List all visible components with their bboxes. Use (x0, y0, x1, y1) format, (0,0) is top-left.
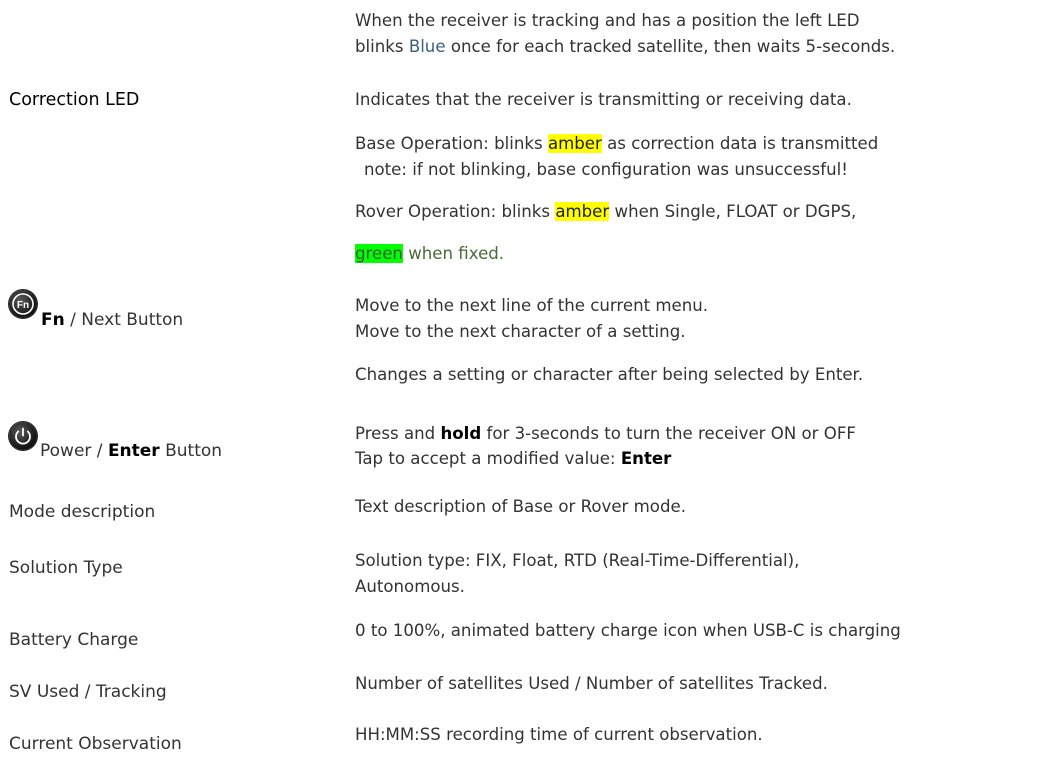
solution-type-label: Solution Type (9, 558, 123, 578)
power-desc2-bold: Enter (620, 449, 672, 468)
fn-label-rest: / Next Button (64, 310, 184, 330)
power-desc2-pre: Tap to accept a modified value: (355, 449, 621, 468)
rover-fixed-text: when fixed. (402, 244, 505, 263)
base-operation-note: note: if not blinking, base configuratio… (364, 160, 848, 179)
current-observation-desc: HH:MM:SS recording time of current obser… (355, 725, 763, 744)
rover-operation-line2: green when fixed. (355, 241, 504, 267)
solution-type-desc1: Solution type: FIX, Float, RTD (Real-Tim… (355, 551, 800, 570)
status-led-line2-post: once for each tracked satellite, then wa… (445, 37, 896, 56)
fn-desc-line1: Move to the next line of the current men… (355, 296, 709, 315)
status-led-line2: blinks Blue once for each tracked satell… (355, 34, 895, 60)
power-icon (9, 422, 37, 450)
power-desc1-post: for 3-seconds to turn the receiver ON or… (481, 424, 856, 443)
fn-desc-line3: Changes a setting or character after bei… (355, 365, 864, 384)
status-led-line2-pre: blinks (355, 37, 409, 56)
correction-led-label: Correction LED (9, 90, 140, 110)
rover-operation-pre: Rover Operation: blinks (355, 202, 556, 221)
power-label-pre: Power / (40, 441, 108, 461)
rover-operation-line: Rover Operation: blinks amber when Singl… (355, 199, 856, 225)
rover-amber-highlight: amber (555, 202, 610, 221)
current-observation-label: Current Observation (9, 734, 182, 754)
battery-charge-desc: 0 to 100%, animated battery charge icon … (355, 621, 901, 640)
fn-label-bold: Fn (41, 310, 65, 330)
green-highlight: green (355, 244, 403, 263)
status-led-line1: When the receiver is tracking and has a … (355, 11, 860, 30)
fn-button-icon: Fn (9, 290, 37, 318)
mode-description-label: Mode description (9, 502, 156, 522)
base-operation-post: as correction data is transmitted (601, 134, 879, 153)
base-amber-highlight: amber (547, 134, 602, 153)
power-desc1-pre: Press and (355, 424, 441, 443)
fn-icon-text: Fn (17, 300, 29, 311)
sv-used-desc: Number of satellites Used / Number of sa… (355, 674, 828, 693)
battery-charge-label: Battery Charge (9, 630, 139, 650)
fn-desc-line2: Move to the next character of a setting. (355, 322, 686, 341)
sv-used-label: SV Used / Tracking (9, 682, 167, 702)
base-operation-pre: Base Operation: blinks (355, 134, 548, 153)
power-desc-line2: Tap to accept a modified value: Enter (355, 446, 671, 472)
power-label-bold: Enter (107, 441, 160, 461)
solution-type-desc2: Autonomous. (355, 577, 465, 596)
power-desc1-bold: hold (440, 424, 482, 443)
blue-word: Blue (408, 37, 446, 56)
power-desc-line1: Press and hold for 3-seconds to turn the… (355, 421, 856, 447)
fn-button-label: Fn / Next Button (41, 307, 183, 333)
power-button-label: Power / Enter Button (40, 438, 222, 464)
rover-operation-post: when Single, FLOAT or DGPS, (609, 202, 857, 221)
base-operation-line: Base Operation: blinks amber as correcti… (355, 131, 878, 157)
power-label-post: Button (159, 441, 223, 461)
correction-led-desc: Indicates that the receiver is transmitt… (355, 90, 852, 109)
mode-description-desc: Text description of Base or Rover mode. (355, 497, 686, 516)
